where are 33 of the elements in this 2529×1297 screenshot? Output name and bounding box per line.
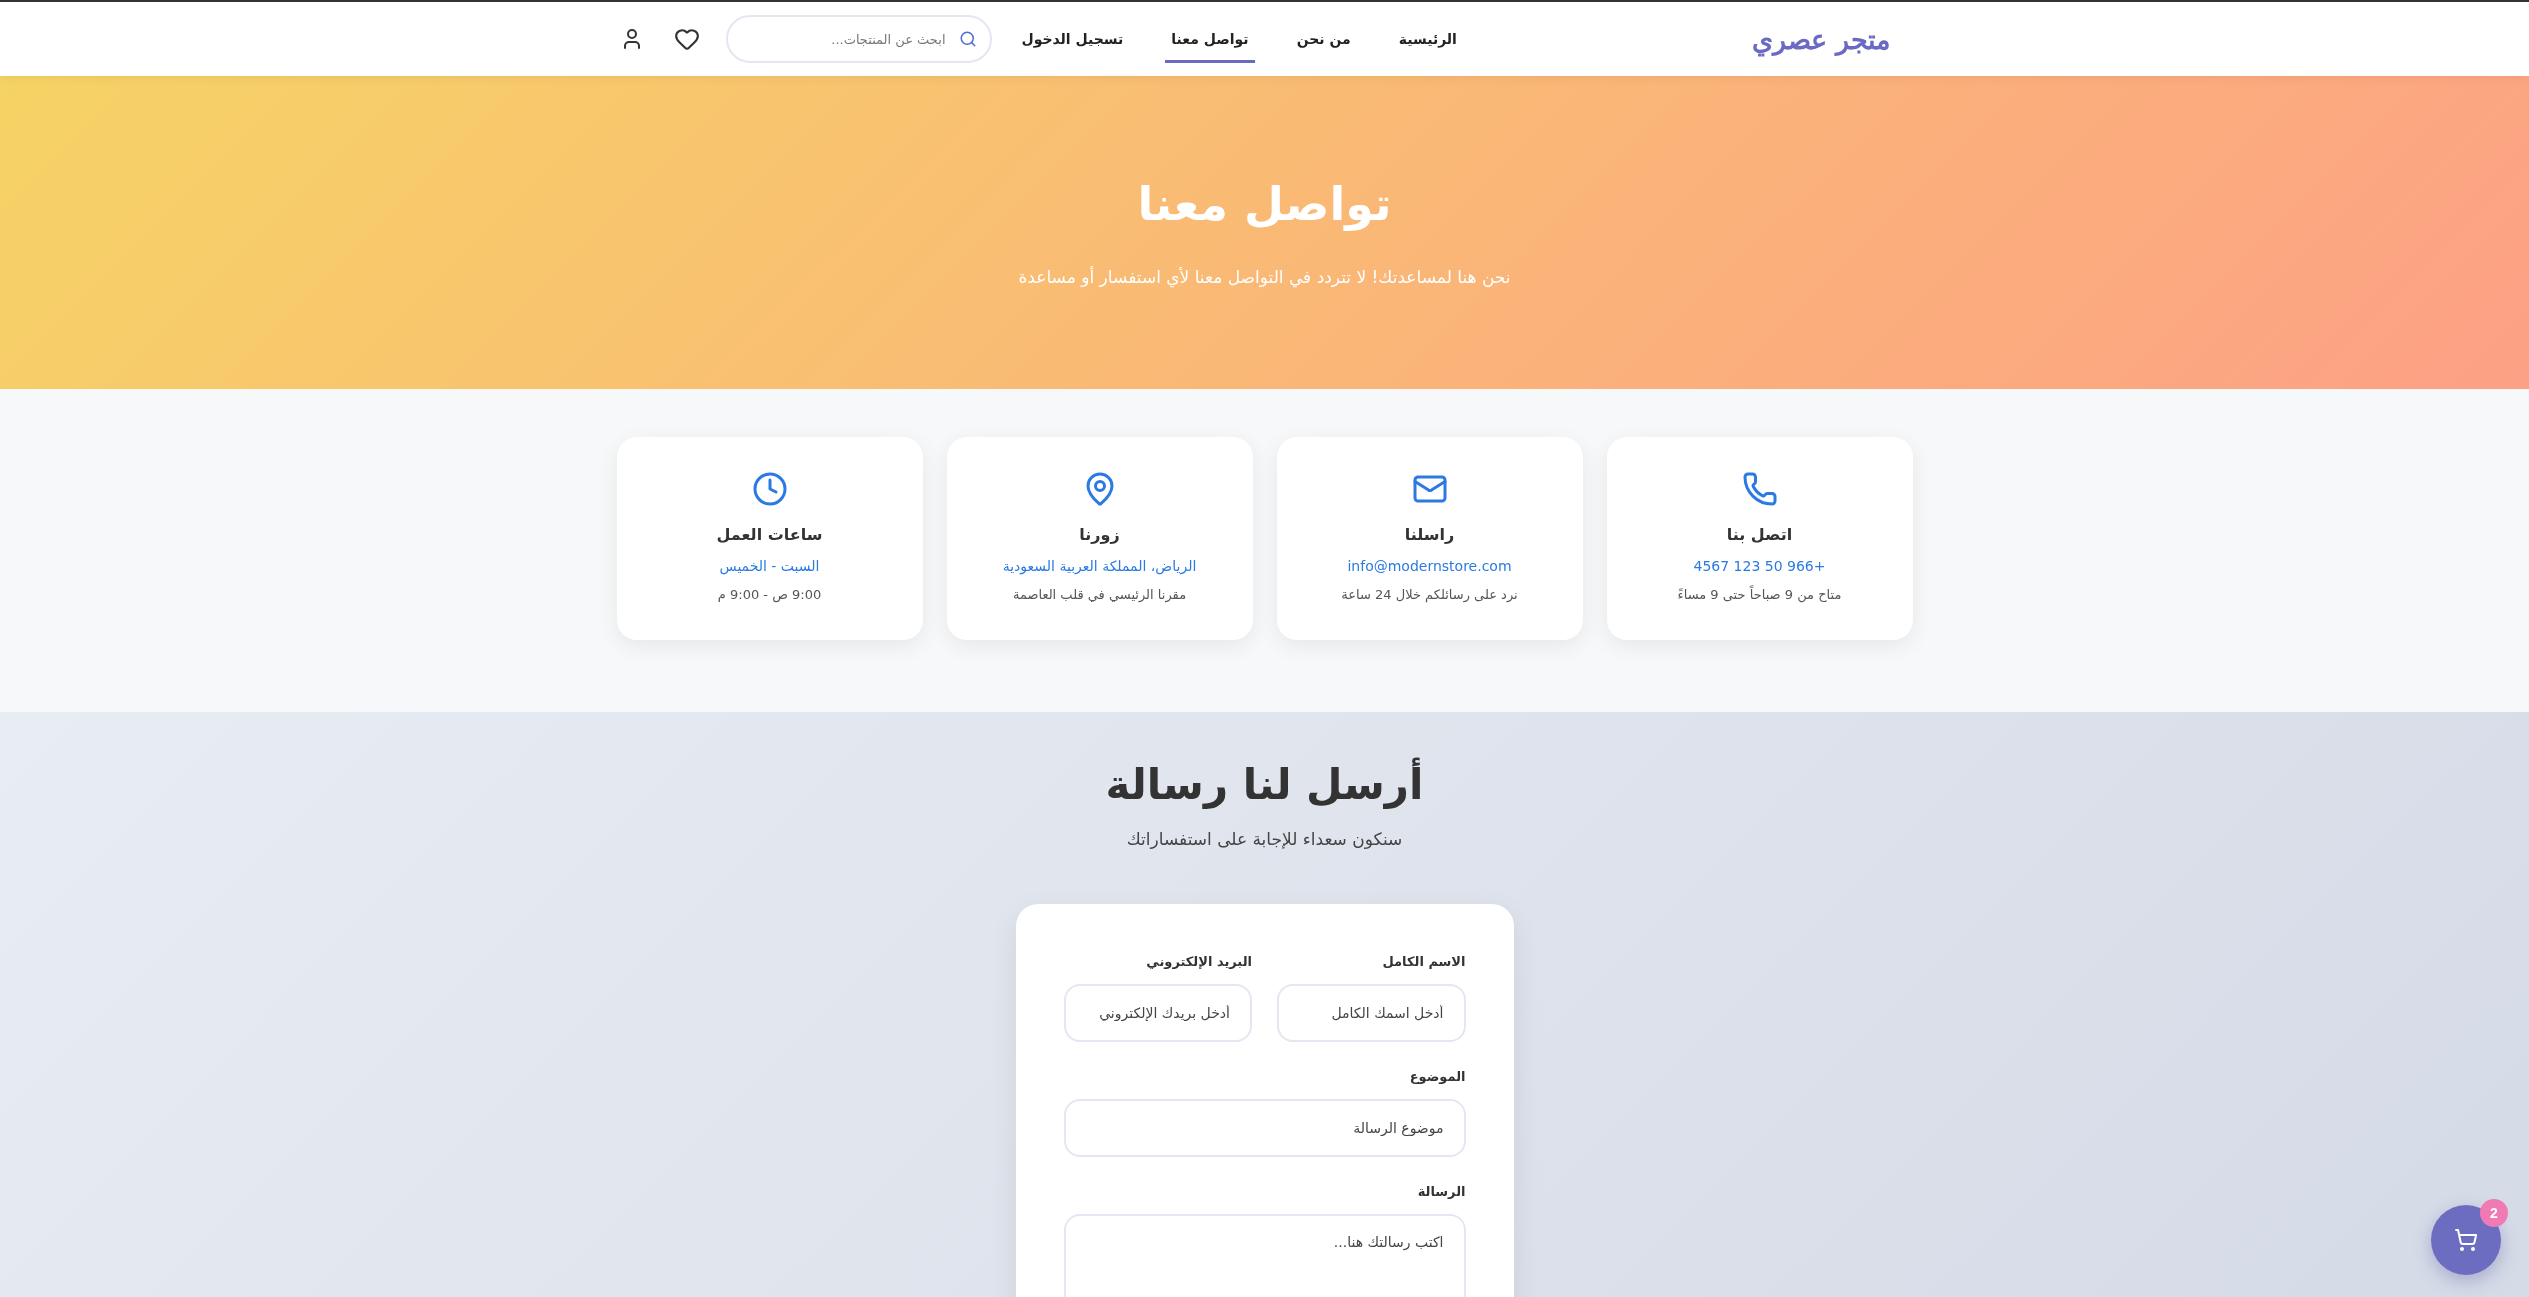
card-detail: الرياض، المملكة العربية السعودية [1002,557,1197,577]
nav-link[interactable]: من نحن [1290,15,1357,63]
card-note: نرد على رسائلكم خلال 24 ساعة [1341,586,1518,605]
field-label: البريد الإلكتروني [1146,953,1252,971]
form-subtitle: سنكون سعداء للإجابة على استفساراتك [1126,828,1403,851]
field-label: الاسم الكامل [1382,953,1466,971]
phone-icon [1741,471,1778,507]
field-label: الموضوع [1409,1068,1466,1086]
clock-icon [751,471,788,507]
heart-icon[interactable] [673,26,700,52]
card-title: راسلنا [1404,524,1455,546]
message-textarea[interactable]: اكتب رسالتك هنا... [1063,1214,1466,1297]
card-note: متاح من 9 صباحاً حتى 9 مساءً [1677,585,1842,605]
nav-link[interactable]: تواصل معنا [1165,15,1255,63]
cart-icon [2454,1228,2478,1252]
field-label: الرسالة [1417,1183,1466,1201]
store-logo[interactable]: متجر عصري [1752,23,1891,55]
card-detail: info@modernstore.com [1347,557,1512,576]
card-note: مقرنا الرئيسي في قلب العاصمة [1012,586,1187,605]
text-input[interactable]: موضوع الرسالة [1063,1099,1466,1157]
card-detail: السبت - الخميس [719,557,820,577]
search-input[interactable]: ابحث عن المنتجات... [725,15,992,63]
search-icon [958,30,977,48]
card-title: زورنا [1079,524,1120,546]
nav-link[interactable]: الرئيسية [1392,15,1463,63]
hero-subtitle: نحن هنا لمساعدتك! لا تتردد في التواصل معنا لأي استفسار أو مساعدة [1018,265,1511,290]
card-note: 9:00 ص - 9:00 م [717,586,822,605]
card-title: اتصل بنا [1726,524,1793,546]
card-title: ساعات العمل [716,524,823,546]
hero-title: تواصل معنا [1137,175,1392,233]
card-detail: +966 50 123 4567 [1693,557,1826,576]
nav-link[interactable]: تسجيل الدخول [1015,15,1130,63]
form-title: أرسل لنا رسالة [1105,758,1424,812]
